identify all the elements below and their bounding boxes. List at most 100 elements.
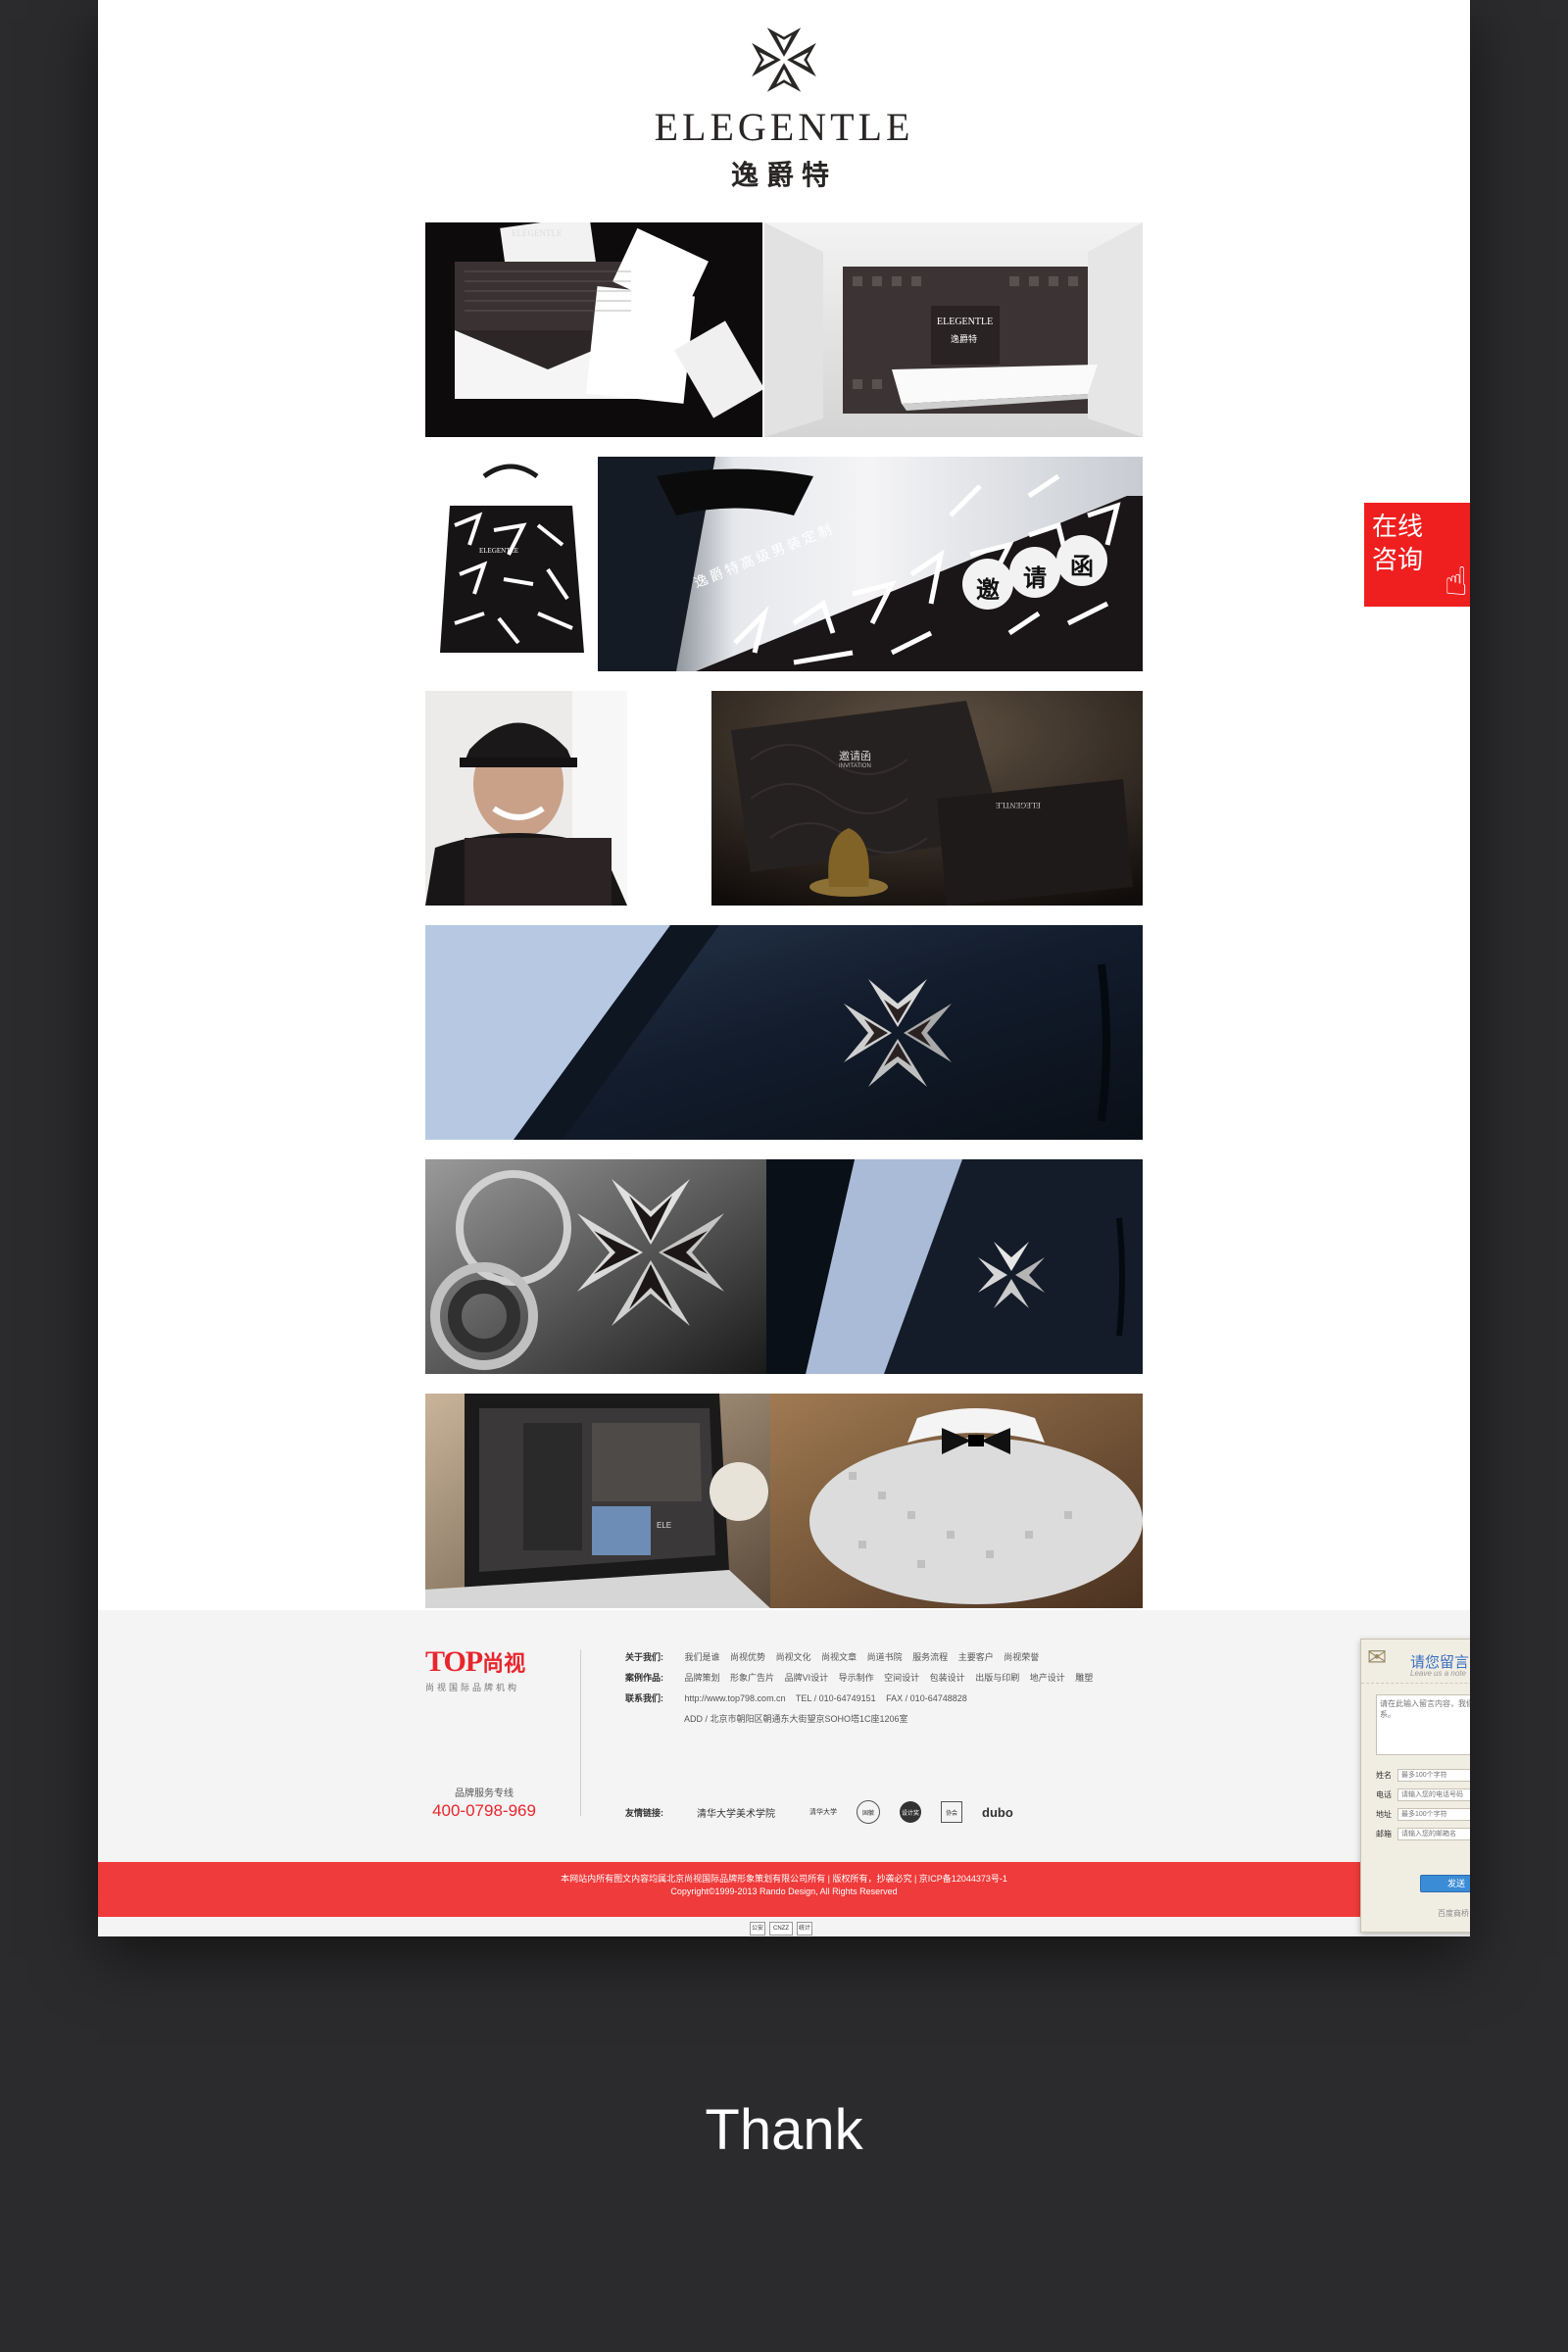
contact-address: ADD / 北京市朝阳区朝通东大街望京SOHO塔1C座1206室 (684, 1714, 908, 1724)
invitation-card-title: 邀请函 (839, 751, 871, 762)
phone-field-row: 电话 (1376, 1788, 1470, 1801)
lapel-pin-image (425, 925, 1143, 1140)
partner-logo-association[interactable]: 协会 (941, 1801, 962, 1823)
consult-line-1: 在线 (1372, 513, 1424, 542)
invitation-char-3: 函 (1070, 554, 1094, 580)
hotline-number: 400-0798-969 (432, 1801, 536, 1820)
consult-line-2: 咨询 (1372, 546, 1424, 575)
partner-logo-award[interactable]: 设计奖 (900, 1801, 921, 1823)
about-link[interactable]: 尚视文化 (776, 1652, 811, 1662)
works-link[interactable]: 形象广告片 (730, 1673, 774, 1683)
about-label: 关于我们: (625, 1652, 663, 1662)
stats-badge-icon[interactable]: 统计 (797, 1922, 812, 1936)
partners-label: 友情链接: (625, 1807, 663, 1818)
address-field[interactable] (1397, 1808, 1470, 1821)
about-link[interactable]: 主要客户 (958, 1652, 994, 1662)
name-field[interactable] (1397, 1769, 1470, 1782)
about-link[interactable]: 尚道书院 (867, 1652, 903, 1662)
copyright-line-1: 本网站内所有图文内容均属北京尚视国际品牌形象策划有限公司所有 | 版权所有，抄袭… (561, 1874, 1007, 1884)
contact-address-row: ADD / 北京市朝阳区朝通东大街望京SOHO塔1C座1206室 (625, 1709, 1101, 1730)
partner-logo-tsinghua-academy[interactable]: 清华大学美术学院 (682, 1805, 790, 1820)
logo-top-text: TOP (425, 1645, 483, 1678)
keyring-image (425, 1159, 766, 1374)
hotline-label: 品牌服务专线 (455, 1788, 514, 1799)
email-field[interactable] (1397, 1828, 1470, 1840)
logo-cn-text: 尚视 (482, 1652, 526, 1677)
send-button[interactable]: 发送 (1420, 1875, 1470, 1892)
partner-name: 协会 (945, 1810, 957, 1817)
brand-wordmark: ELEGENTLE (654, 105, 914, 149)
about-link[interactable]: 我们是谁 (685, 1652, 720, 1662)
top-brand-logo[interactable]: TOP尚视 尚视国际品牌机构 (425, 1645, 525, 1693)
site-footer: TOP尚视 尚视国际品牌机构 品牌服务专线 400-0798-969 关于我们:… (98, 1610, 1470, 1936)
reception-wall-wordmark: ELEGENTLE (937, 317, 994, 327)
works-link[interactable]: 地产设计 (1030, 1673, 1065, 1683)
partner-logo-emblem[interactable]: 国徽 (857, 1800, 880, 1824)
partner-logo-tsinghua[interactable]: 清华大学 (809, 1807, 837, 1817)
brand-chinese-name: 逸爵特 (730, 159, 837, 191)
partner-name: 设计奖 (901, 1810, 919, 1817)
works-link[interactable]: 导示制作 (839, 1673, 874, 1683)
invitation-card-brand: ELEGENTLE (996, 801, 1041, 809)
works-link[interactable]: 出版与印刷 (975, 1673, 1019, 1683)
name-field-row: 姓名 (1376, 1769, 1470, 1782)
partner-links: 友情链接: 清华大学美术学院 清华大学 国徽 设计奖 协会 dubo (625, 1798, 1033, 1826)
footer-divider (580, 1649, 581, 1816)
showcase-page: ELEGENTLE 逸爵特 ELEGENTLE ELEGENTLE 逸爵特 EL… (98, 0, 1470, 1936)
contact-label: 联系我们: (625, 1693, 663, 1703)
reception-wall-image: ELEGENTLE 逸爵特 (764, 222, 1143, 437)
invitation-card-image: 逸爵特高级男装定制 邀 请 函 (598, 457, 1143, 671)
works-links: 案例作品: 品牌策划 形象广告片 品牌VI设计 导示制作 空间设计 包装设计 出… (625, 1668, 1101, 1689)
message-widget: ✉ 请您留言 Leave us a note − 姓名 电话 地址 邮箱 发送 … (1360, 1639, 1470, 1933)
address-field-label: 地址 (1376, 1810, 1392, 1819)
contact-site-link[interactable]: http://www.top798.com.cn (685, 1693, 786, 1703)
works-link[interactable]: 包装设计 (930, 1673, 965, 1683)
website-laptop-image: ELE (425, 1394, 770, 1608)
lapel-pin-closeup-image (766, 1159, 1143, 1374)
footer-links: 关于我们: 我们是谁 尚视优势 尚视文化 尚视文章 尚道书院 服务流程 主要客户… (625, 1647, 1101, 1730)
about-link[interactable]: 服务流程 (912, 1652, 948, 1662)
website-screen-label: ELE (657, 1521, 672, 1530)
gallery-row-lapel-pin (425, 925, 1143, 1140)
email-field-label: 邮箱 (1376, 1830, 1392, 1838)
garment-bag-image: ELEGENTLE (425, 457, 596, 671)
works-link[interactable]: 雕塑 (1075, 1673, 1093, 1683)
message-widget-footer: 百度商桥 (1438, 1909, 1469, 1918)
invitation-char-2: 请 (1023, 565, 1047, 592)
police-badge-icon[interactable]: 公安 (750, 1922, 765, 1936)
works-link[interactable]: 空间设计 (884, 1673, 919, 1683)
reception-wall-cn: 逸爵特 (951, 334, 978, 344)
partner-name: 清华大学 (809, 1809, 837, 1816)
message-widget-subtitle: Leave us a note (1410, 1669, 1466, 1678)
message-textarea[interactable] (1376, 1694, 1470, 1755)
works-link[interactable]: 品牌策划 (685, 1673, 720, 1683)
contact-fax: FAX / 010-64748828 (886, 1693, 967, 1703)
partner-logo-dubo[interactable]: dubo (982, 1805, 1013, 1820)
about-link[interactable]: 尚视荣誉 (1004, 1652, 1039, 1662)
pointing-hand-icon: ☝ (1444, 561, 1468, 604)
invitation-card-sub: INVITATION (839, 763, 871, 769)
phone-field[interactable] (1397, 1788, 1470, 1801)
gallery-row-keyring-pin (425, 1159, 1143, 1374)
cnzz-badge[interactable]: CNZZ (769, 1922, 793, 1936)
closing-text: Thank (705, 2098, 863, 2162)
phone-field-label: 电话 (1376, 1790, 1392, 1799)
invitation-char-1: 邀 (976, 577, 1000, 604)
partner-name: 国徽 (861, 1810, 874, 1817)
about-links: 关于我们: 我们是谁 尚视优势 尚视文化 尚视文章 尚道书院 服务流程 主要客户… (625, 1647, 1101, 1668)
partner-name: dubo (982, 1804, 1013, 1820)
stationery-image: ELEGENTLE (425, 222, 762, 437)
about-link[interactable]: 尚视优势 (730, 1652, 765, 1662)
online-consult-tab[interactable]: 在线 咨询 ☝ (1364, 503, 1470, 607)
works-label: 案例作品: (625, 1673, 663, 1683)
about-link[interactable]: 尚视文章 (821, 1652, 857, 1662)
contact-info: 联系我们: http://www.top798.com.cn TEL / 010… (625, 1689, 1101, 1709)
staff-cap-image (425, 691, 627, 906)
gallery-row-stationery: ELEGENTLE ELEGENTLE 逸爵特 (425, 222, 1143, 437)
works-link[interactable]: 品牌VI设计 (785, 1673, 829, 1683)
garment-bag-tag: ELEGENTLE (479, 547, 519, 555)
partner-name: 清华大学美术学院 (697, 1808, 775, 1820)
site-badges: 公安 CNZZ 统计 (750, 1922, 812, 1936)
gallery-row-bag-invitation: ELEGENTLE 逸爵特高级男装定制 邀 请 函 (425, 457, 1143, 671)
email-field-row: 邮箱 (1376, 1828, 1470, 1840)
